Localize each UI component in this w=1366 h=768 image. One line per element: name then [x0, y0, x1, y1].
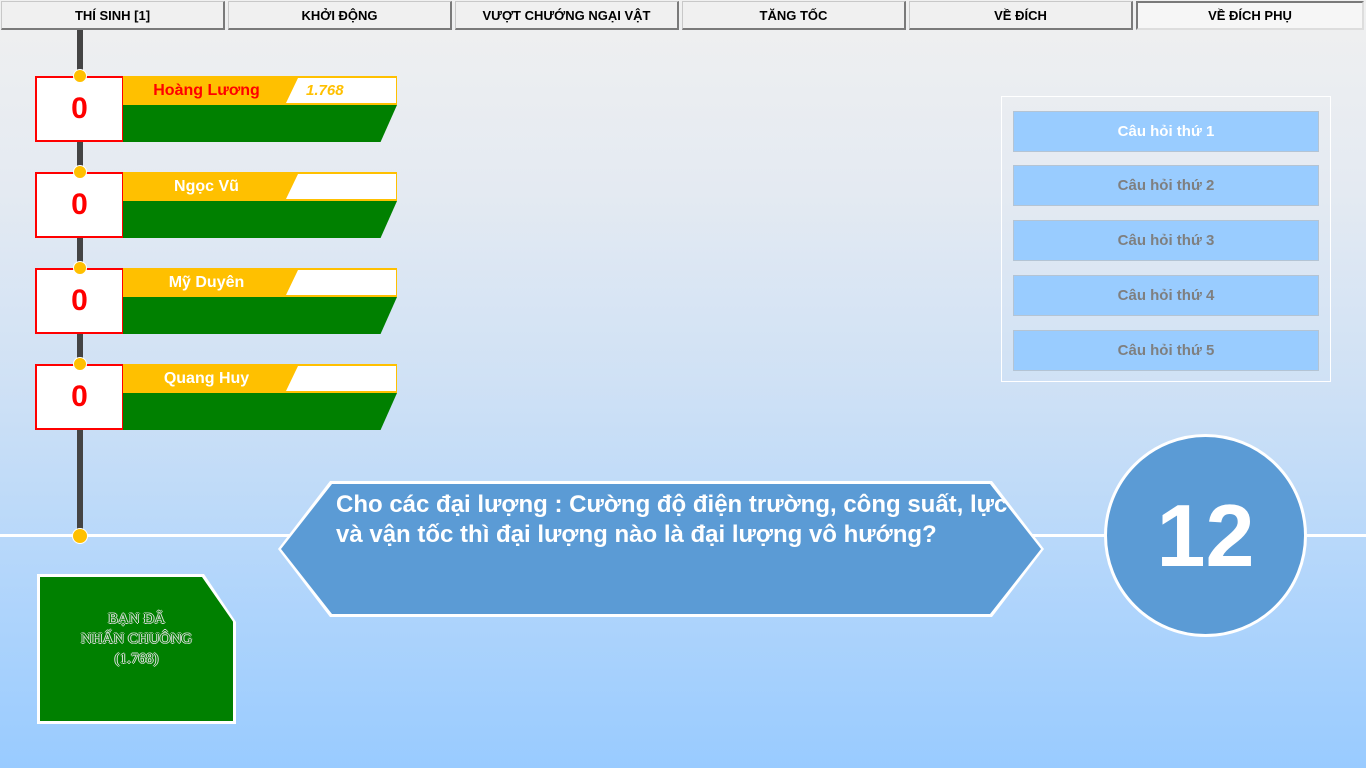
- tab-vuot-chuong-ngai-vat[interactable]: VƯỢT CHƯỚNG NGẠI VẬT: [455, 1, 679, 30]
- name-bar: Ngọc Vũ: [123, 172, 397, 201]
- question-3-button[interactable]: Câu hỏi thứ 3: [1013, 220, 1319, 261]
- contestant-card-2: 0 Ngọc Vũ: [35, 172, 397, 238]
- buzz-time: [286, 270, 396, 295]
- question-4-button[interactable]: Câu hỏi thứ 4: [1013, 275, 1319, 316]
- buzz-time: [286, 366, 396, 391]
- question-2-button[interactable]: Câu hỏi thứ 2: [1013, 165, 1319, 206]
- timeline-dot: [73, 261, 87, 275]
- contestant-score: 0: [35, 76, 124, 142]
- bell-status-box: BẠN ĐÃ NHẤN CHUÔNG (1.768): [37, 574, 236, 724]
- contestant-score: 0: [35, 364, 124, 430]
- buzz-time: [286, 174, 396, 199]
- contestant-card-3: 0 Mỹ Duyên: [35, 268, 397, 334]
- contestant-score: 0: [35, 268, 124, 334]
- tab-tang-toc[interactable]: TĂNG TỐC: [682, 1, 906, 30]
- bell-status-line2: NHẤN CHUÔNG: [80, 631, 193, 647]
- contestant-name: Hoàng Lương: [153, 81, 260, 99]
- tab-ve-dich-phu[interactable]: VỀ ĐÍCH PHỤ: [1136, 1, 1364, 30]
- round-tabs: THÍ SINH [1] KHỞI ĐỘNG VƯỢT CHƯỚNG NGẠI …: [0, 0, 1366, 31]
- question-text: Cho các đại lượng : Cường độ điện trường…: [336, 491, 1008, 548]
- timeline-dot: [73, 165, 87, 179]
- answer-bar: [123, 297, 397, 334]
- answer-bar: [123, 105, 397, 142]
- answer-bar: [123, 393, 397, 430]
- contestant-score: 0: [35, 172, 124, 238]
- timeline-dot: [72, 528, 88, 544]
- timeline-dot: [73, 357, 87, 371]
- tab-contestant[interactable]: THÍ SINH [1]: [1, 1, 225, 30]
- contestant-name: Mỹ Duyên: [168, 273, 245, 291]
- bell-status-time: (1.768): [114, 651, 159, 667]
- answer-bar: [123, 201, 397, 238]
- name-bar: Hoàng Lương 1.768: [123, 76, 397, 105]
- tab-ve-dich[interactable]: VỀ ĐÍCH: [909, 1, 1133, 30]
- timeline-dot: [73, 69, 87, 83]
- question-box: Cho các đại lượng : Cường độ điện trường…: [278, 481, 1044, 617]
- contestant-card-1: 0 Hoàng Lương 1.768: [35, 76, 397, 142]
- question-5-button[interactable]: Câu hỏi thứ 5: [1013, 330, 1319, 371]
- tab-khoi-dong[interactable]: KHỞI ĐỘNG: [228, 1, 452, 30]
- countdown-timer: 12: [1104, 434, 1307, 637]
- name-bar: Quang Huy: [123, 364, 397, 393]
- contestant-name: Ngọc Vũ: [174, 177, 239, 195]
- buzz-time: 1.768: [286, 78, 396, 103]
- contestant-name: Quang Huy: [163, 369, 250, 387]
- question-list-panel: Câu hỏi thứ 1 Câu hỏi thứ 2 Câu hỏi thứ …: [1001, 96, 1331, 382]
- question-1-button[interactable]: Câu hỏi thứ 1: [1013, 111, 1319, 152]
- name-bar: Mỹ Duyên: [123, 268, 397, 297]
- contestant-card-4: 0 Quang Huy: [35, 364, 397, 430]
- bell-status-line1: BẠN ĐÃ: [107, 611, 166, 627]
